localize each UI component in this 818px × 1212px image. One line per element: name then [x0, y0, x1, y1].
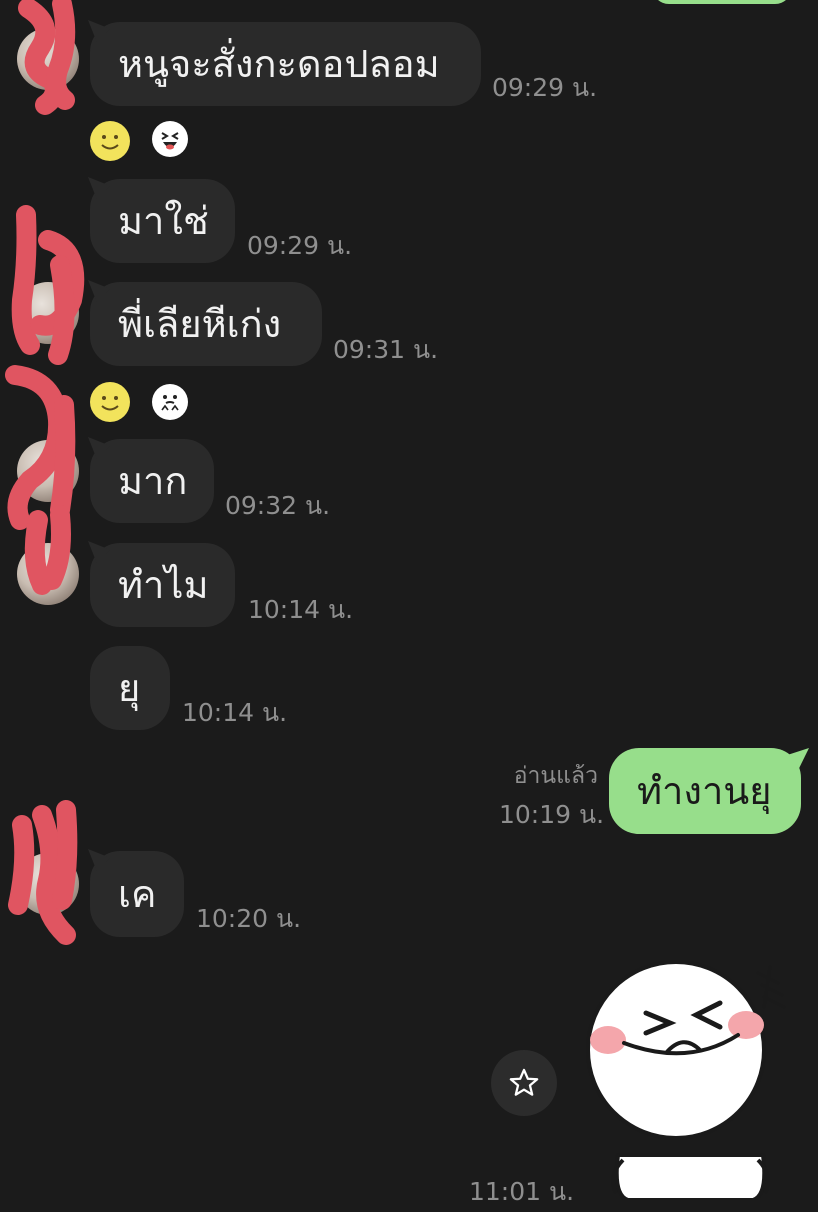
sticker-body [586, 960, 786, 1200]
previous-sent-bubble[interactable] [652, 0, 792, 4]
star-icon [509, 1068, 539, 1096]
message-timestamp: 10:14 น. [248, 595, 354, 624]
message-timestamp: 11:01 น. [469, 1177, 575, 1206]
message-timestamp: 10:20 น. [196, 904, 302, 933]
shy-sticker-icon[interactable] [152, 384, 188, 420]
message-timestamp: 10:19 น. [499, 800, 605, 829]
received-message-bubble[interactable]: เค [90, 851, 184, 937]
smile-face-icon [101, 135, 119, 150]
message-timestamp: 09:31 น. [333, 335, 439, 364]
message-timestamp: 09:32 น. [225, 491, 331, 520]
avatar[interactable] [17, 28, 79, 90]
favorite-sticker-button[interactable] [491, 1050, 557, 1116]
sent-message-bubble[interactable]: ทำงานยุ [609, 748, 801, 834]
shy-face-icon [161, 395, 179, 411]
laugh-sticker-icon[interactable] [152, 121, 188, 157]
message-timestamp: 10:14 น. [182, 698, 288, 727]
message-timestamp: 09:29 น. [492, 73, 598, 102]
smile-reaction-icon[interactable] [90, 121, 130, 161]
received-message-bubble[interactable]: พี่เลียหีเก่ง [90, 282, 322, 366]
smile-face-icon [101, 396, 119, 411]
smile-reaction-icon[interactable] [90, 382, 130, 422]
received-message-bubble[interactable]: ทำไม [90, 543, 235, 627]
received-message-bubble[interactable]: มาก [90, 439, 214, 523]
received-message-bubble[interactable]: มาใช่ [90, 179, 235, 263]
laughing-face-sticker[interactable] [578, 955, 793, 1200]
message-timestamp: 09:29 น. [247, 231, 353, 260]
received-message-bubble[interactable]: หนูจะสั่งกะดอปลอม [90, 22, 481, 106]
laughing-face-icon [161, 132, 179, 150]
avatar[interactable] [17, 282, 79, 344]
avatar[interactable] [17, 543, 79, 605]
avatar[interactable] [17, 440, 79, 502]
read-receipt: อ่านแล้ว [513, 763, 598, 789]
avatar[interactable] [17, 853, 79, 915]
received-message-bubble[interactable]: ยุ [90, 646, 170, 730]
